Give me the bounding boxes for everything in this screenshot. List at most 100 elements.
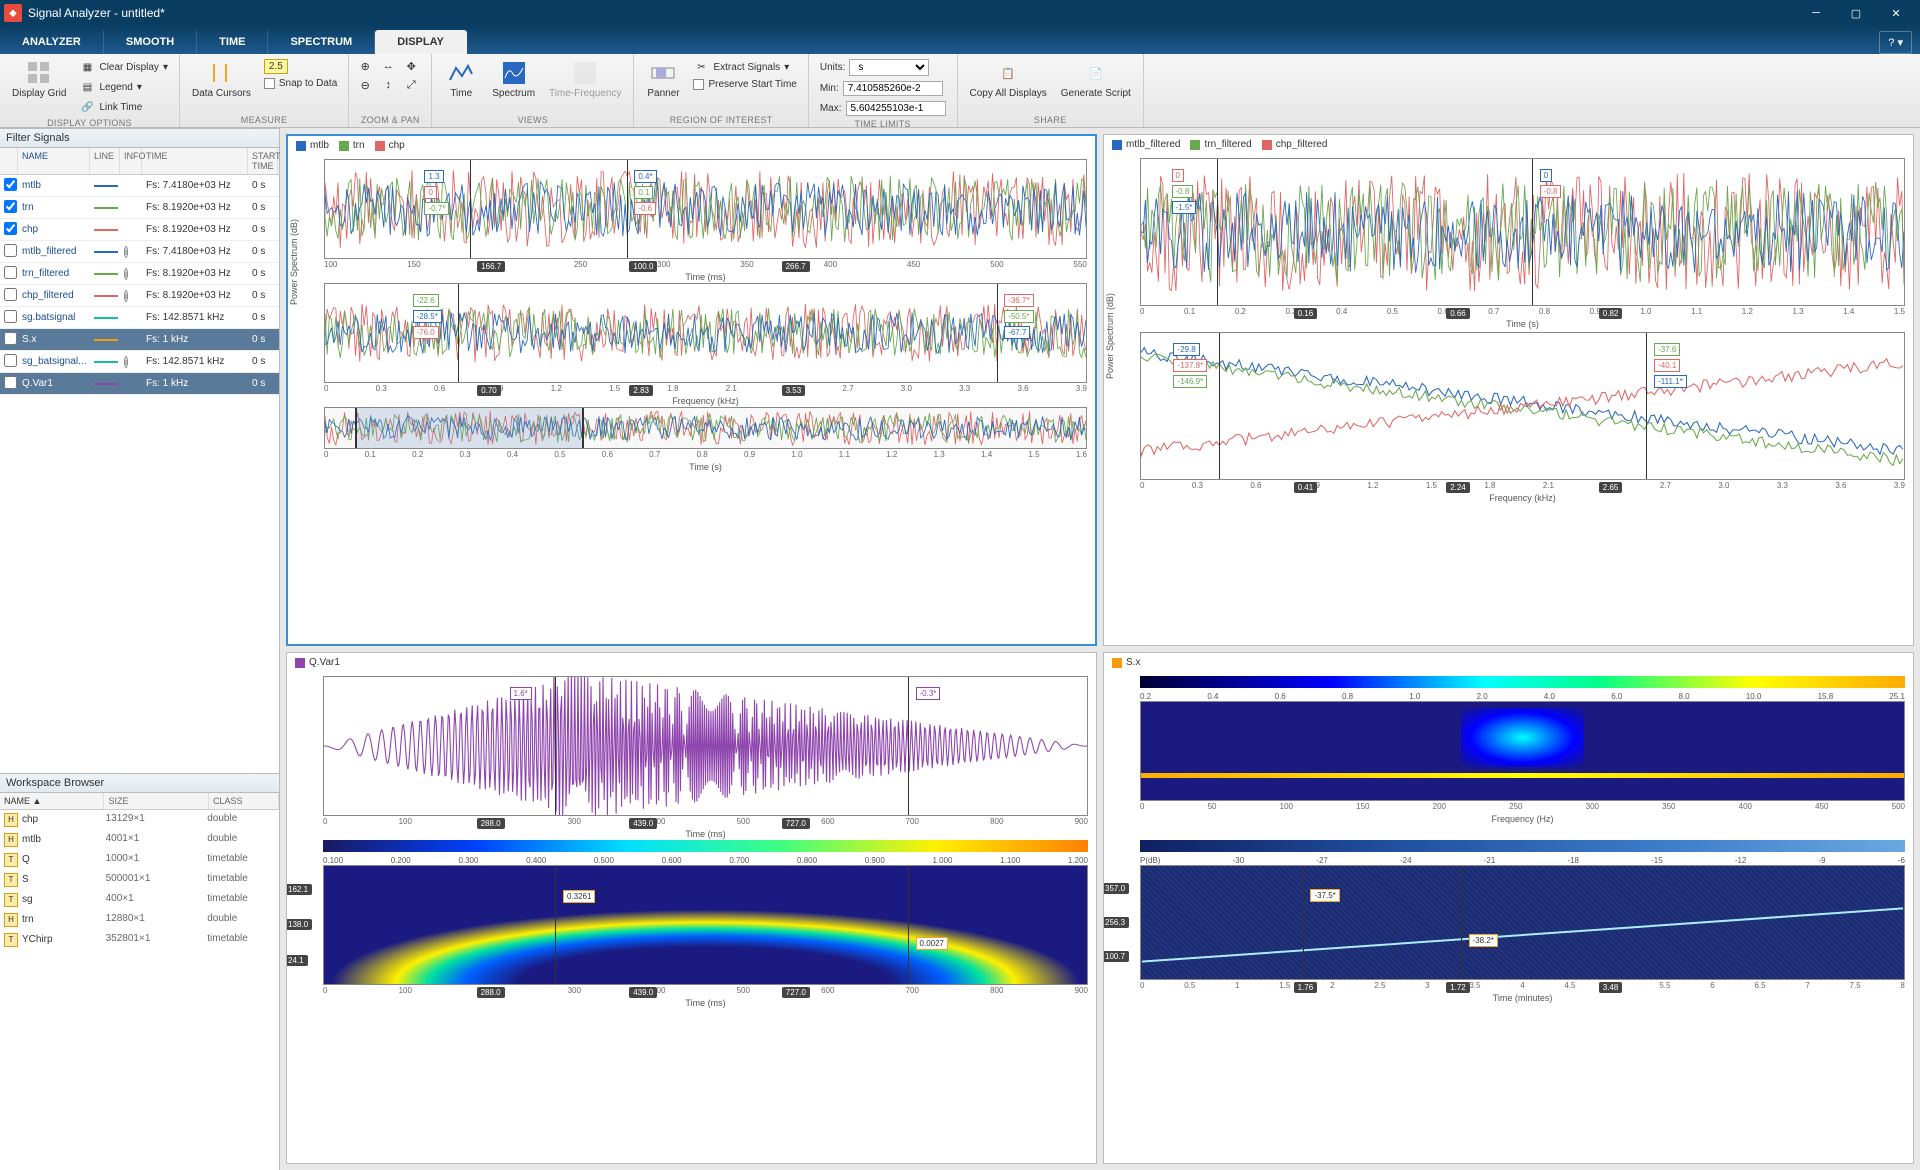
- signal-row[interactable]: Q.Var1 Fs: 1 kHz 0 s: [0, 373, 279, 395]
- link-time-button[interactable]: 🔗Link Time: [76, 98, 171, 116]
- data-cursor[interactable]: [1217, 159, 1218, 305]
- data-cursor[interactable]: [997, 284, 998, 382]
- cursor-value-input[interactable]: 2.5: [261, 58, 340, 75]
- legend-button[interactable]: ▤Legend ▾: [76, 78, 171, 96]
- time-plot-icon: [448, 60, 474, 86]
- signal-row[interactable]: mtlb Fs: 7.4180e+03 Hz 0 s: [0, 175, 279, 197]
- signal-name: trn: [18, 200, 90, 215]
- signal-checkbox[interactable]: [4, 376, 17, 389]
- display-panel-3[interactable]: Q.Var1 1.6*-0.3*288.0439.0727.0 01002003…: [286, 652, 1097, 1164]
- cursor-x-marker: 100.0: [629, 261, 657, 272]
- tab-time[interactable]: TIME: [197, 30, 268, 54]
- workspace-row[interactable]: Hchp13129×1double: [0, 810, 279, 830]
- spectrogram-icon: [572, 60, 598, 86]
- info-icon[interactable]: i: [124, 290, 128, 302]
- cursor-x-marker: 288.0: [477, 818, 505, 829]
- title-bar: ⬥ Signal Analyzer - untitled* ─ ▢ ✕: [0, 0, 1920, 26]
- close-button[interactable]: ✕: [1876, 0, 1916, 26]
- signal-checkbox[interactable]: [4, 266, 17, 279]
- data-cursor[interactable]: [908, 866, 909, 984]
- minimize-button[interactable]: ─: [1796, 0, 1836, 26]
- signal-name: mtlb_filtered: [18, 244, 90, 259]
- data-cursor[interactable]: [470, 160, 471, 258]
- cursor-value-tag: 0.4*: [634, 170, 656, 183]
- signal-row[interactable]: mtlb_filtered i Fs: 7.4180e+03 Hz 0 s: [0, 241, 279, 263]
- info-icon[interactable]: i: [124, 356, 128, 368]
- data-cursor[interactable]: [1532, 159, 1533, 305]
- signal-row[interactable]: chp_filtered i Fs: 8.1920e+03 Hz 0 s: [0, 285, 279, 307]
- display-panel-2[interactable]: mtlb_filteredtrn_filteredchp_filtered 0-…: [1103, 134, 1914, 646]
- data-cursor[interactable]: [458, 284, 459, 382]
- signal-checkbox[interactable]: [4, 178, 17, 191]
- spectrum-view-button[interactable]: Spectrum: [488, 58, 539, 101]
- zoom-in-icon[interactable]: ⊕: [357, 58, 373, 74]
- help-button[interactable]: ? ▾: [1879, 31, 1912, 54]
- data-cursor[interactable]: [555, 866, 556, 984]
- maximize-button[interactable]: ▢: [1836, 0, 1876, 26]
- zoom-out-icon[interactable]: ⊖: [357, 77, 373, 93]
- clear-display-button[interactable]: ▦Clear Display ▾: [76, 58, 171, 76]
- panner-button[interactable]: Panner: [642, 58, 684, 101]
- data-cursors-button[interactable]: Data Cursors: [188, 58, 255, 101]
- data-cursor[interactable]: [1461, 866, 1462, 979]
- zoom-x-icon[interactable]: ↔: [380, 58, 396, 74]
- tab-smooth[interactable]: SMOOTH: [104, 30, 197, 54]
- workspace-row[interactable]: Tsg400×1timetable: [0, 890, 279, 910]
- signal-checkbox[interactable]: [4, 288, 17, 301]
- tab-spectrum[interactable]: SPECTRUM: [268, 30, 375, 54]
- filter-signals-header[interactable]: Filter Signals: [0, 128, 279, 148]
- time-view-button[interactable]: Time: [440, 58, 482, 101]
- signal-row[interactable]: trn Fs: 8.1920e+03 Hz 0 s: [0, 197, 279, 219]
- workspace-row[interactable]: TS500001×1timetable: [0, 870, 279, 890]
- tab-analyzer[interactable]: ANALYZER: [0, 30, 104, 54]
- signal-row[interactable]: sg_batsignal... i Fs: 142.8571 kHz 0 s: [0, 351, 279, 373]
- workspace-browser-header[interactable]: Workspace Browser: [0, 773, 279, 793]
- cursor-x-marker: 727.0: [782, 987, 810, 998]
- cursor-value-tag: -0.8: [1172, 185, 1194, 198]
- data-cursor[interactable]: [1303, 866, 1304, 979]
- signal-checkbox[interactable]: [4, 310, 17, 323]
- legend-item: trn: [339, 140, 365, 151]
- min-input[interactable]: [843, 81, 943, 96]
- extract-signals-button[interactable]: ✂Extract Signals ▾: [690, 58, 799, 76]
- data-cursor[interactable]: [908, 677, 909, 815]
- display-panel-1[interactable]: mtlbtrnchp 1.30-0.7*0.4*0.1-0.6166.7100.…: [286, 134, 1097, 646]
- tab-display[interactable]: DISPLAY: [375, 30, 467, 54]
- info-icon[interactable]: i: [124, 268, 128, 280]
- display-panel-4[interactable]: S.x 0.20.40.60.81.02.04.06.08.010.015.82…: [1103, 652, 1914, 1164]
- units-select[interactable]: s: [849, 59, 929, 76]
- snap-to-data-checkbox[interactable]: Snap to Data: [261, 77, 340, 90]
- signal-checkbox[interactable]: [4, 200, 17, 213]
- signal-row[interactable]: trn_filtered i Fs: 8.1920e+03 Hz 0 s: [0, 263, 279, 285]
- data-cursor[interactable]: [627, 160, 628, 258]
- pan-icon[interactable]: ✥: [403, 58, 419, 74]
- display-grid-button[interactable]: Display Grid: [8, 58, 70, 101]
- cursor-y-marker: 138.0: [286, 919, 312, 930]
- panner-window[interactable]: [355, 408, 583, 448]
- copy-displays-button[interactable]: 📋Copy All Displays: [966, 58, 1051, 101]
- fit-icon[interactable]: ⤢: [403, 77, 419, 93]
- workspace-row[interactable]: TYChirp352801×1timetable: [0, 930, 279, 950]
- generate-script-button[interactable]: 📄Generate Script: [1057, 58, 1135, 101]
- preserve-start-checkbox[interactable]: Preserve Start Time: [690, 78, 799, 91]
- signal-checkbox[interactable]: [4, 244, 17, 257]
- signal-checkbox[interactable]: [4, 222, 17, 235]
- data-cursor[interactable]: [1646, 333, 1647, 479]
- workspace-row[interactable]: Htrn12880×1double: [0, 910, 279, 930]
- info-icon[interactable]: i: [124, 246, 128, 258]
- signal-row[interactable]: sg.batsignal Fs: 142.8571 kHz 0 s: [0, 307, 279, 329]
- zoom-y-icon[interactable]: ↕: [380, 77, 396, 93]
- signal-row[interactable]: chp Fs: 8.1920e+03 Hz 0 s: [0, 219, 279, 241]
- signal-checkbox[interactable]: [4, 332, 17, 345]
- workspace-row[interactable]: TQ1000×1timetable: [0, 850, 279, 870]
- data-cursor[interactable]: [1219, 333, 1220, 479]
- cursor-y-marker: 256.3: [1103, 917, 1129, 928]
- workspace-row[interactable]: Hmtlb4001×1double: [0, 830, 279, 850]
- signal-table: NAMELINEINFOTIMESTART TIME mtlb Fs: 7.41…: [0, 148, 279, 395]
- max-input[interactable]: [846, 101, 946, 116]
- cursor-x-marker: 0.66: [1446, 308, 1470, 319]
- signal-row[interactable]: S.x Fs: 1 kHz 0 s: [0, 329, 279, 351]
- legend-item: mtlb: [296, 140, 329, 151]
- signal-checkbox[interactable]: [4, 354, 17, 367]
- data-cursor[interactable]: [555, 677, 556, 815]
